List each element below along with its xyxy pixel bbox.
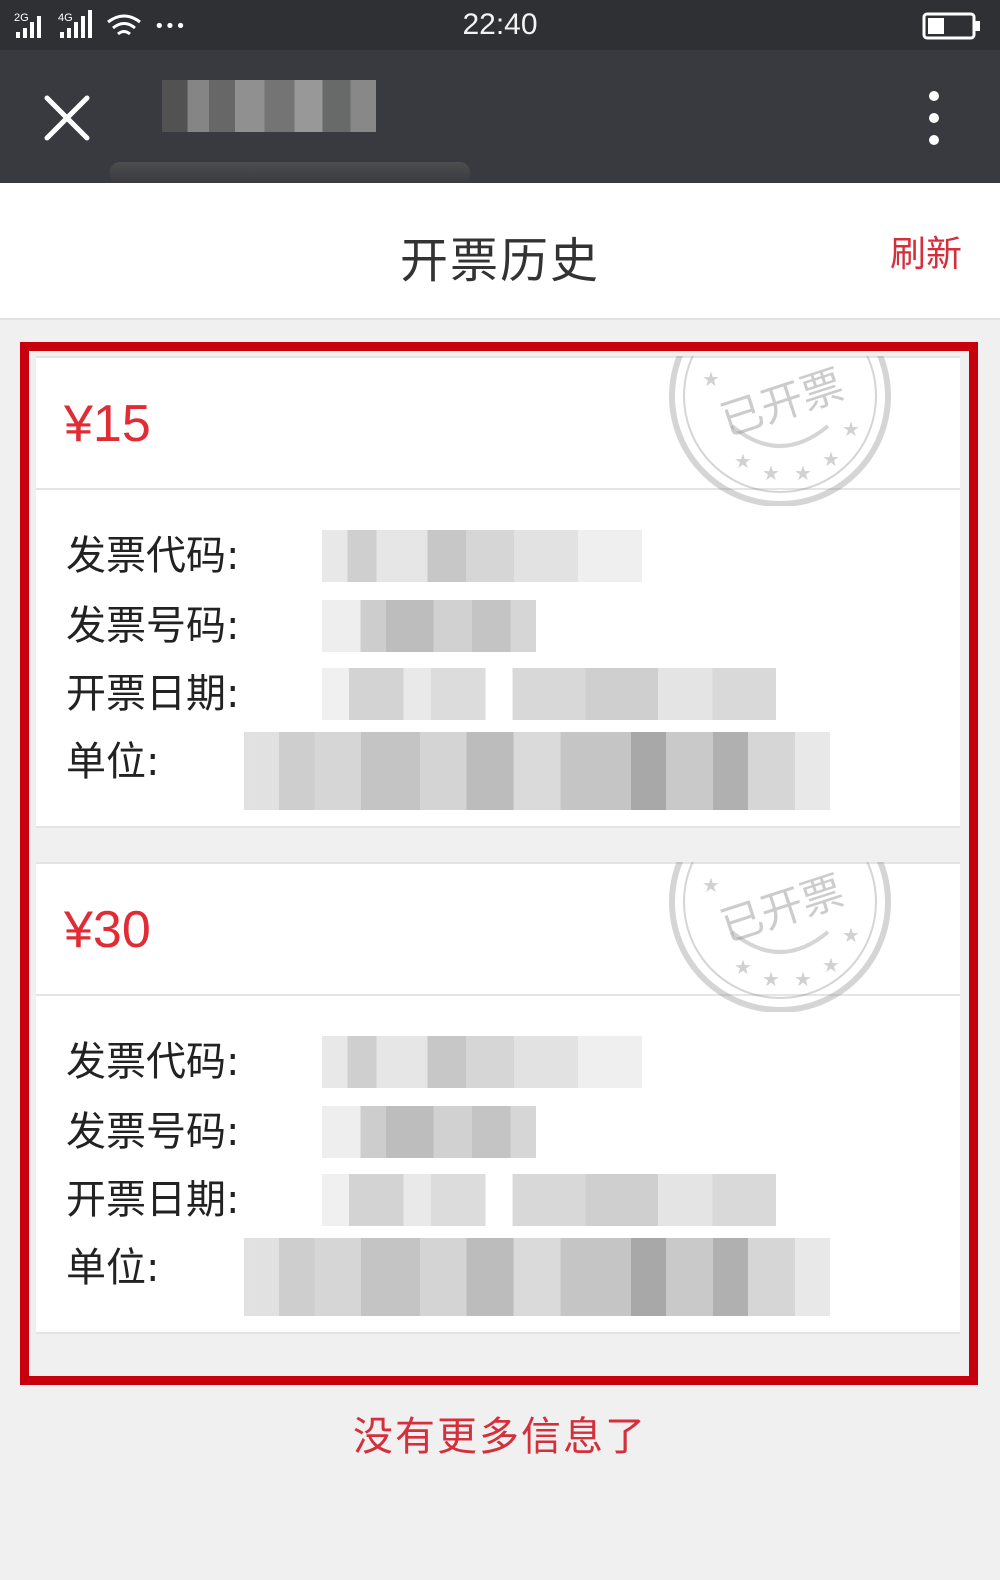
title-shadow [110, 162, 470, 184]
battery-icon [922, 12, 982, 44]
refresh-button[interactable]: 刷新 [890, 225, 962, 277]
status-time: 22:40 [462, 8, 538, 41]
navigation-bar [0, 50, 1000, 184]
status-bar: 2G 4G ••• 22:40 [0, 0, 1000, 50]
page-header: 开票历史 刷新 [0, 183, 1000, 320]
page-title: 开票历史 [399, 233, 600, 289]
more-options-icon[interactable] [926, 88, 942, 148]
blurred-page-title [162, 80, 376, 132]
highlight-frame [20, 342, 978, 1385]
no-more-info-text: 没有更多信息了 [353, 1414, 647, 1460]
close-icon[interactable] [44, 95, 90, 141]
